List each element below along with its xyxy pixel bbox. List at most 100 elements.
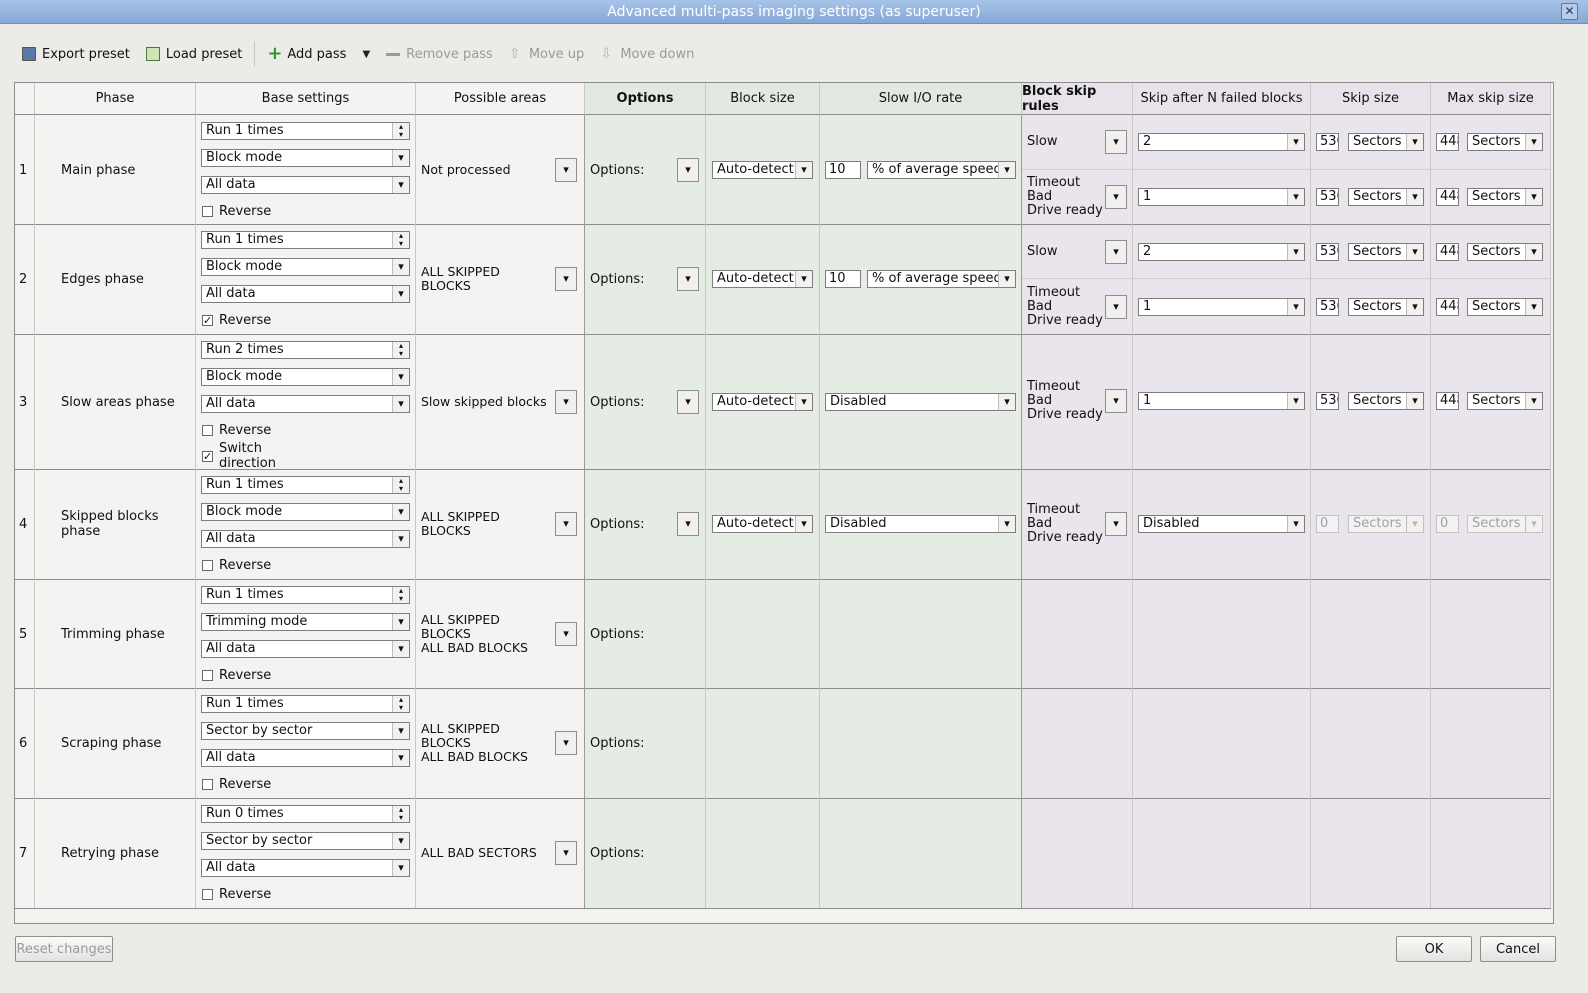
possible-areas-text: ALL SKIPPED BLOCKS ALL BAD BLOCKS: [421, 721, 528, 764]
run-times-spinbox[interactable]: Run 2 times: [201, 341, 410, 359]
skip-rule-dropdown-button[interactable]: ▾: [1105, 389, 1127, 413]
skip-rule-dropdown-button[interactable]: ▾: [1105, 185, 1127, 209]
skip-after-n-combobox[interactable]: 1: [1138, 188, 1305, 206]
max-skip-size-input[interactable]: 448: [1436, 188, 1459, 206]
skip-after-n-combobox[interactable]: 2: [1138, 243, 1305, 261]
add-pass-button[interactable]: + Add pass: [259, 40, 354, 68]
skip-rule-dropdown-button[interactable]: ▾: [1105, 130, 1127, 154]
load-preset-button[interactable]: Load preset: [138, 40, 251, 68]
mode-combobox[interactable]: Block mode: [201, 503, 410, 521]
areas-dropdown-button[interactable]: ▾: [555, 731, 577, 755]
run-times-spinbox[interactable]: Run 0 times: [201, 805, 410, 823]
areas-dropdown-button[interactable]: ▾: [555, 390, 577, 414]
data-combobox[interactable]: All data: [201, 176, 410, 194]
block-size-combobox[interactable]: Auto-detect: [712, 270, 813, 288]
run-times-spinbox[interactable]: Run 1 times: [201, 231, 410, 249]
mode-combobox[interactable]: Block mode: [201, 149, 410, 167]
mode-combobox[interactable]: Block mode: [201, 368, 410, 386]
max-skip-size-unit-combobox[interactable]: Sectors: [1467, 188, 1543, 206]
run-times-spinbox[interactable]: Run 1 times: [201, 476, 410, 494]
reverse-checkbox[interactable]: ✓ Reverse: [202, 311, 271, 329]
skip-after-n-combobox[interactable]: 1: [1138, 392, 1305, 410]
slow-rate-combobox[interactable]: Disabled: [825, 515, 1016, 533]
data-combobox[interactable]: All data: [201, 395, 410, 413]
cancel-button[interactable]: Cancel: [1480, 936, 1556, 962]
block-size-combobox[interactable]: Auto-detect: [712, 515, 813, 533]
reverse-checkbox[interactable]: Reverse: [202, 666, 271, 684]
areas-dropdown-button[interactable]: ▾: [555, 267, 577, 291]
skip-size-unit-combobox[interactable]: Sectors: [1348, 188, 1424, 206]
data-combobox[interactable]: All data: [201, 749, 410, 767]
max-skip-size-input[interactable]: 0: [1436, 515, 1459, 533]
column-divider: [1132, 115, 1133, 908]
skip-size-input[interactable]: 536: [1316, 392, 1339, 410]
reverse-checkbox[interactable]: Reverse: [202, 421, 271, 439]
skip-size-unit-combobox[interactable]: Sectors: [1348, 133, 1424, 151]
remove-pass-button[interactable]: Remove pass: [378, 40, 501, 68]
skip-size-unit-combobox[interactable]: Sectors: [1348, 392, 1424, 410]
max-skip-size-input[interactable]: 448: [1436, 133, 1459, 151]
skip-size-unit-combobox[interactable]: Sectors: [1348, 243, 1424, 261]
data-combobox[interactable]: All data: [201, 285, 410, 303]
block-size-combobox[interactable]: Auto-detect: [712, 393, 813, 411]
reverse-label: Reverse: [219, 422, 272, 438]
options-dropdown-button[interactable]: ▾: [677, 158, 699, 182]
options-dropdown-button[interactable]: ▾: [677, 512, 699, 536]
mode-combobox[interactable]: Sector by sector: [201, 722, 410, 740]
mode-combobox[interactable]: Sector by sector: [201, 832, 410, 850]
options-dropdown-button[interactable]: ▾: [677, 267, 699, 291]
areas-dropdown-button[interactable]: ▾: [555, 158, 577, 182]
skip-size-input[interactable]: 536: [1316, 133, 1339, 151]
slow-rate-unit-combobox[interactable]: % of average speed: [867, 270, 1016, 288]
max-skip-size-input[interactable]: 448: [1436, 298, 1459, 316]
add-pass-menu-button[interactable]: ▼: [354, 40, 378, 68]
slow-rate-input[interactable]: 10: [825, 161, 861, 179]
run-times-spinbox[interactable]: Run 1 times: [201, 122, 410, 140]
move-down-button[interactable]: ⇩ Move down: [592, 40, 702, 68]
reverse-checkbox[interactable]: Reverse: [202, 885, 271, 903]
areas-dropdown-button[interactable]: ▾: [555, 841, 577, 865]
skip-after-n-combobox[interactable]: 1: [1138, 298, 1305, 316]
mode-combobox[interactable]: Block mode: [201, 258, 410, 276]
max-skip-size-input[interactable]: 448: [1436, 392, 1459, 410]
close-button[interactable]: ✕: [1561, 3, 1578, 20]
skip-size-input[interactable]: 0: [1316, 515, 1339, 533]
skip-after-n-combobox[interactable]: Disabled: [1138, 515, 1305, 533]
slow-rate-input[interactable]: 10: [825, 270, 861, 288]
run-times-spinbox[interactable]: Run 1 times: [201, 695, 410, 713]
data-combobox[interactable]: All data: [201, 640, 410, 658]
data-combobox[interactable]: All data: [201, 859, 410, 877]
options-dropdown-button[interactable]: ▾: [677, 390, 699, 414]
move-up-button[interactable]: ⇧ Move up: [501, 40, 593, 68]
areas-dropdown-button[interactable]: ▾: [555, 622, 577, 646]
export-preset-button[interactable]: Export preset: [14, 40, 138, 68]
data-combobox[interactable]: All data: [201, 530, 410, 548]
max-skip-size-unit-combobox[interactable]: Sectors: [1467, 298, 1543, 316]
skip-size-unit-combobox[interactable]: Sectors: [1348, 298, 1424, 316]
switch-direction-checkbox[interactable]: ✓ Switch direction: [202, 441, 276, 471]
skip-rule-dropdown-button[interactable]: ▾: [1105, 295, 1127, 319]
max-skip-size-unit-combobox[interactable]: Sectors: [1467, 392, 1543, 410]
mode-combobox[interactable]: Trimming mode: [201, 613, 410, 631]
reverse-checkbox[interactable]: Reverse: [202, 202, 271, 220]
max-skip-size-unit-combobox[interactable]: Sectors: [1467, 133, 1543, 151]
block-size-combobox[interactable]: Auto-detect: [712, 161, 813, 179]
skip-rule-dropdown-button[interactable]: ▾: [1105, 240, 1127, 264]
skip-size-unit-combobox[interactable]: Sectors: [1348, 515, 1424, 533]
reverse-checkbox[interactable]: Reverse: [202, 556, 271, 574]
slow-rate-unit-combobox[interactable]: % of average speed: [867, 161, 1016, 179]
skip-size-input[interactable]: 536: [1316, 243, 1339, 261]
skip-size-input[interactable]: 536: [1316, 188, 1339, 206]
skip-rule-dropdown-button[interactable]: ▾: [1105, 512, 1127, 536]
reset-changes-button[interactable]: Reset changes: [15, 936, 113, 962]
slow-rate-combobox[interactable]: Disabled: [825, 393, 1016, 411]
max-skip-size-input[interactable]: 448: [1436, 243, 1459, 261]
run-times-spinbox[interactable]: Run 1 times: [201, 586, 410, 604]
ok-button[interactable]: OK: [1396, 936, 1472, 962]
max-skip-size-unit-combobox[interactable]: Sectors: [1467, 515, 1543, 533]
skip-after-n-combobox[interactable]: 2: [1138, 133, 1305, 151]
reverse-checkbox[interactable]: Reverse: [202, 775, 271, 793]
max-skip-size-unit-combobox[interactable]: Sectors: [1467, 243, 1543, 261]
skip-size-input[interactable]: 536: [1316, 298, 1339, 316]
areas-dropdown-button[interactable]: ▾: [555, 512, 577, 536]
